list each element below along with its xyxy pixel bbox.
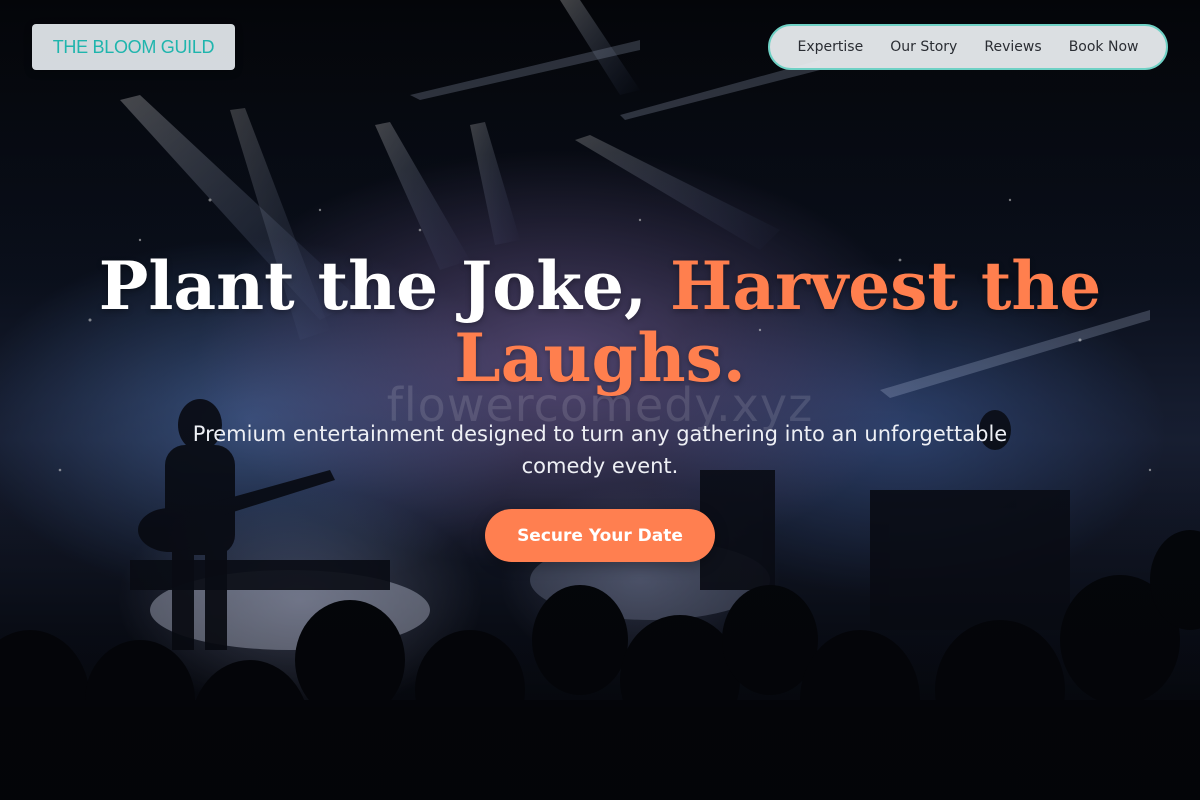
nav-item-expertise[interactable]: Expertise bbox=[790, 33, 872, 61]
nav-item-book-now[interactable]: Book Now bbox=[1061, 33, 1147, 61]
hero-subtitle: Premium entertainment designed to turn a… bbox=[192, 422, 1008, 478]
secure-date-button[interactable]: Secure Your Date bbox=[485, 509, 715, 562]
hero-headline-part1: Plant the Joke, bbox=[98, 247, 670, 325]
main-nav: Expertise Our Story Reviews Book Now bbox=[768, 24, 1168, 70]
hero-headline: Plant the Joke, Harvest the Laughs. bbox=[0, 250, 1200, 394]
brand-logo-text: THE BLOOM GUILD bbox=[52, 36, 215, 57]
nav-item-our-story[interactable]: Our Story bbox=[882, 33, 965, 61]
brand-logo[interactable]: THE BLOOM GUILD bbox=[32, 24, 235, 70]
nav-item-reviews[interactable]: Reviews bbox=[976, 33, 1049, 61]
